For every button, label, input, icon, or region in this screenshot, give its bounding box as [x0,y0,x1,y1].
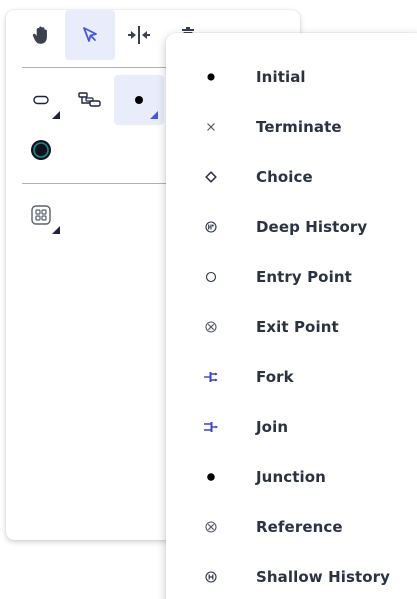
circle-x-icon [166,521,256,533]
menu-item-deep-history[interactable]: Deep History [166,202,416,252]
menu-item-initial[interactable]: Initial [166,52,416,102]
diamond-icon [166,171,256,183]
menu-item-label: Terminate [256,118,342,136]
menu-item-label: Initial [256,68,306,86]
distribute-tool-button[interactable] [114,10,164,60]
menu-item-join[interactable]: Join [166,402,416,452]
menu-item-label: Choice [256,168,313,186]
final-state-icon [30,139,52,161]
fork-icon [166,371,256,383]
cursor-icon [81,26,99,44]
join-icon [166,421,256,433]
hand-icon [32,25,50,45]
expand-indicator-icon [150,111,158,119]
menu-item-exit-point[interactable]: Exit Point [166,302,416,352]
menu-item-entry-point[interactable]: Entry Point [166,252,416,302]
menu-item-shallow-history[interactable]: Shallow History [166,552,416,599]
rounded-rect-icon [33,95,49,105]
filled-dot-icon [166,72,256,82]
filled-dot-icon [134,95,144,105]
pseudostate-tool-button[interactable] [114,75,164,125]
shallow-history-icon [166,571,256,583]
filled-dot-icon [166,472,256,482]
circle-x-icon [166,321,256,333]
menu-item-terminate[interactable]: Terminate [166,102,416,152]
pseudostate-menu: Initial Terminate Choice Deep History En… [166,33,417,599]
expand-indicator-icon [52,111,60,119]
menu-item-reference[interactable]: Reference [166,502,416,552]
submachine-tool-button[interactable] [16,190,66,240]
menu-item-label: Exit Point [256,318,339,336]
menu-item-label: Join [256,418,289,436]
hollow-circle-icon [166,271,256,283]
region-tool-button[interactable] [65,75,115,125]
menu-item-label: Entry Point [256,268,352,286]
canvas: Initial Terminate Choice Deep History En… [0,0,417,599]
grid-box-icon [31,205,51,225]
menu-item-fork[interactable]: Fork [166,352,416,402]
state-tool-button[interactable] [16,75,66,125]
pan-tool-button[interactable] [16,10,66,60]
select-tool-button[interactable] [65,10,115,60]
menu-item-choice[interactable]: Choice [166,152,416,202]
region-icon [78,92,102,108]
split-arrows-icon [128,25,150,45]
menu-item-label: Deep History [256,218,368,236]
menu-item-label: Shallow History [256,568,391,586]
x-mark-icon [166,122,256,132]
menu-item-label: Fork [256,368,294,386]
final-state-tool-button[interactable] [16,125,66,175]
deep-history-icon [166,221,256,233]
expand-indicator-icon [52,226,60,234]
menu-item-label: Junction [256,468,326,486]
menu-item-junction[interactable]: Junction [166,452,416,502]
menu-item-label: Reference [256,518,343,536]
